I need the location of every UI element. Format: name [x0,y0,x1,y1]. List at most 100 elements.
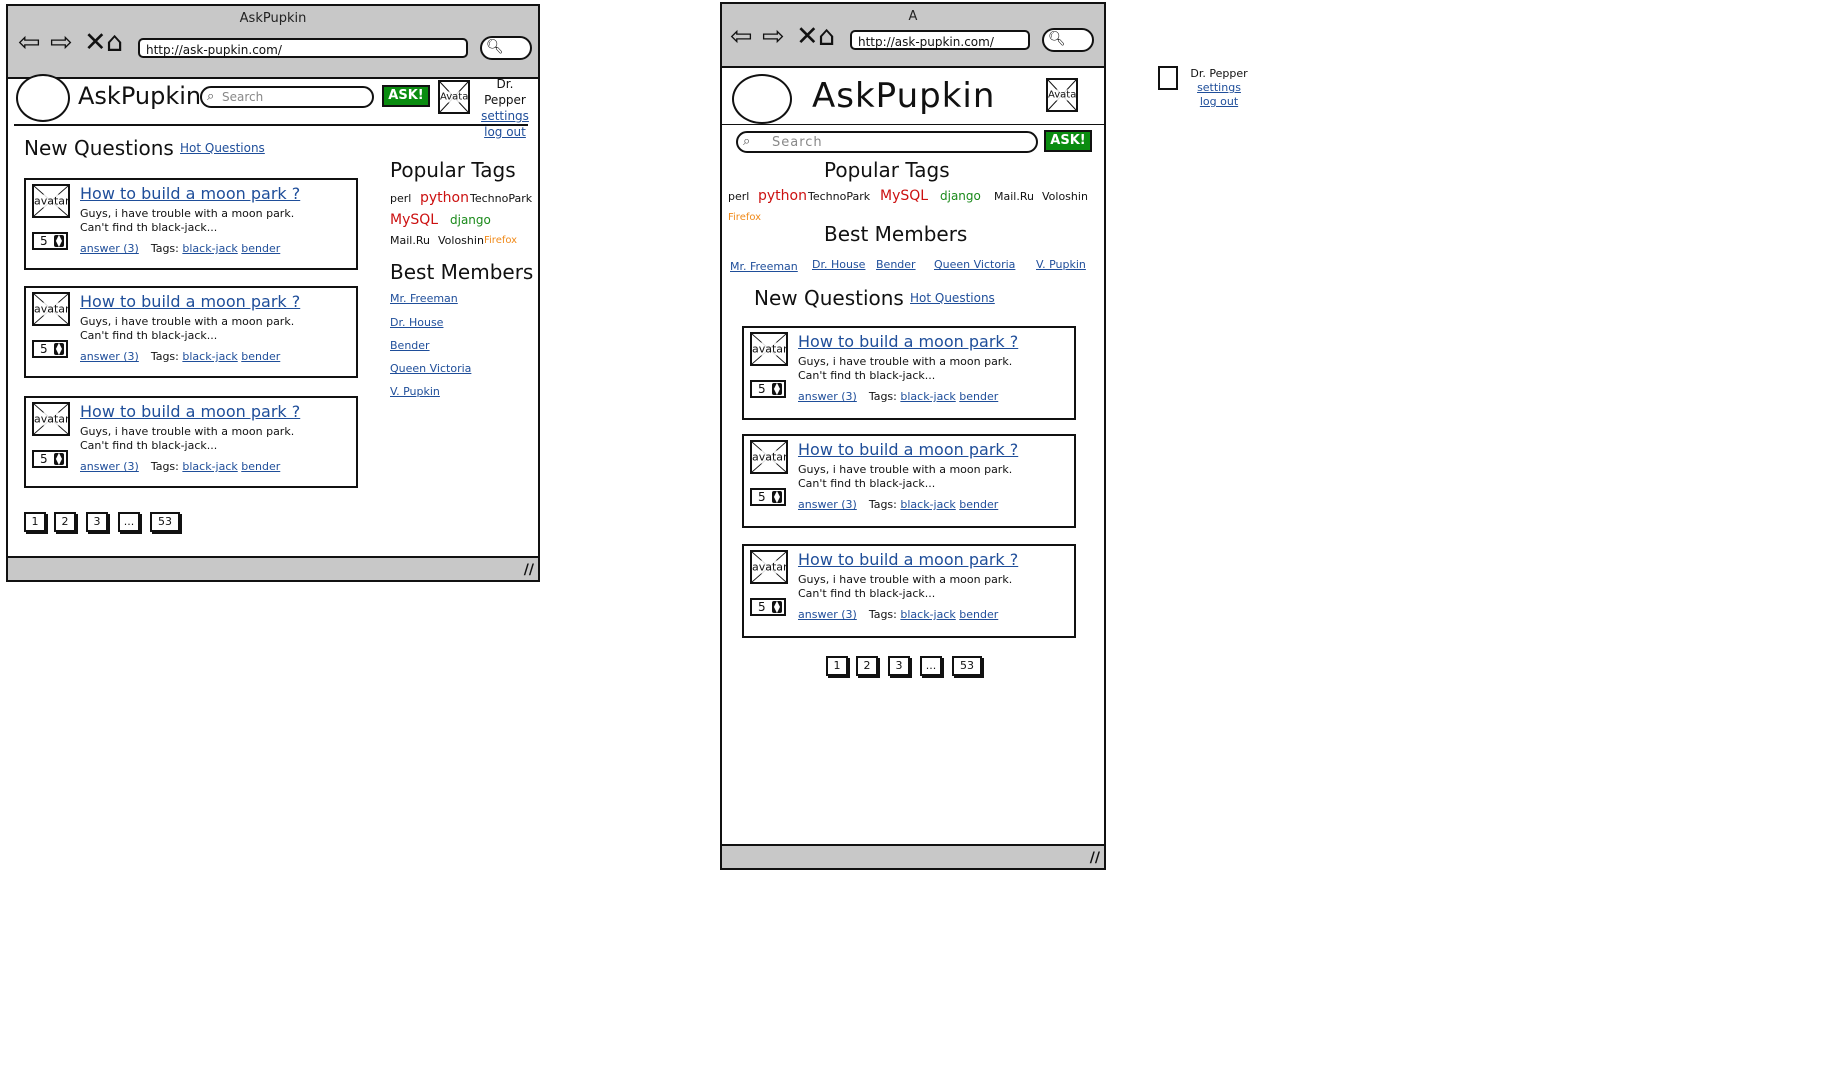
member-link[interactable]: Mr. Freeman [730,260,798,273]
vote-stepper[interactable]: 5 ▲ ▼ [32,340,68,358]
back-arrow-icon[interactable]: ⇦ [18,28,41,58]
page-button-1[interactable]: 1 [826,656,848,676]
home-icon[interactable]: ⌂ [818,22,835,52]
tag-link[interactable]: bender [241,350,280,363]
logout-link[interactable]: log out [476,124,534,140]
vote-stepper[interactable]: 5 ▲ ▼ [750,380,786,398]
tag-link[interactable]: bender [241,242,280,255]
logo-circle[interactable] [732,74,792,124]
member-link[interactable]: Mr. Freeman [390,292,458,305]
search-input[interactable]: ⌕ Search [736,131,1038,153]
ask-button[interactable]: ASK! [1044,130,1092,152]
tag-django[interactable]: django [450,213,491,227]
page-button-ellipsis[interactable]: ... [920,656,942,676]
question-title-link[interactable]: How to build a moon park ? [798,332,1018,351]
tag-link[interactable]: bender [959,498,998,511]
answers-link[interactable]: answer (3) [80,242,139,255]
tag-link[interactable]: black-jack [182,460,237,473]
answers-link[interactable]: answer (3) [80,460,139,473]
question-avatar[interactable]: avatar [750,440,788,474]
page-button-53[interactable]: 53 [150,512,180,532]
user-avatar[interactable]: Avatar [438,80,470,114]
resize-grip-icon[interactable]: // [524,562,534,578]
up-down-arrows-icon[interactable]: ▲ ▼ [54,342,64,356]
up-down-arrows-icon[interactable]: ▲ ▼ [772,490,782,504]
search-input[interactable]: ⌕ Search [200,86,374,108]
question-title-link[interactable]: How to build a moon park ? [80,184,300,203]
tag-link[interactable]: bender [959,608,998,621]
answers-link[interactable]: answer (3) [798,390,857,403]
tag-link[interactable]: black-jack [182,350,237,363]
hot-questions-link[interactable]: Hot Questions [910,291,995,305]
browser-search-button[interactable]: 🔍︎ [480,36,532,60]
tag-python[interactable]: python [758,188,807,204]
tag-link[interactable]: black-jack [900,498,955,511]
tag-technopark[interactable]: TechnoPark [470,192,532,205]
page-button-2[interactable]: 2 [856,656,878,676]
ask-button[interactable]: ASK! [382,85,430,107]
resize-grip-icon[interactable]: // [1090,850,1100,866]
settings-link[interactable]: settings [1188,81,1250,95]
tag-perl[interactable]: perl [390,192,411,205]
browser-search-button[interactable]: 🔍︎ [1042,28,1094,52]
logo-circle[interactable] [16,74,70,122]
question-avatar[interactable]: avatar [750,550,788,584]
page-button-2[interactable]: 2 [54,512,76,532]
tag-mysql[interactable]: MySQL [390,212,438,228]
forward-arrow-icon[interactable]: ⇨ [50,28,73,58]
back-arrow-icon[interactable]: ⇦ [730,22,753,52]
member-link[interactable]: Bender [876,258,916,271]
tag-link[interactable]: black-jack [182,242,237,255]
question-avatar[interactable]: avatar [32,184,70,218]
answers-link[interactable]: answer (3) [798,608,857,621]
user-avatar-placeholder[interactable] [1158,66,1178,90]
tag-link[interactable]: black-jack [900,608,955,621]
tag-mysql[interactable]: MySQL [880,188,928,204]
tag-link[interactable]: bender [241,460,280,473]
close-icon[interactable]: ✕ [796,22,819,52]
user-avatar[interactable]: Avatar [1046,78,1078,112]
tag-python[interactable]: python [420,190,469,206]
vote-stepper[interactable]: 5 ▲ ▼ [32,450,68,468]
vote-stepper[interactable]: 5 ▲ ▼ [750,488,786,506]
address-bar[interactable]: http://ask-pupkin.com/ [138,38,468,58]
member-link[interactable]: V. Pupkin [390,385,440,398]
question-avatar[interactable]: avatar [32,402,70,436]
tag-technopark[interactable]: TechnoPark [808,190,870,203]
home-icon[interactable]: ⌂ [106,28,123,58]
question-avatar[interactable]: avatar [750,332,788,366]
tag-link[interactable]: bender [959,390,998,403]
vote-stepper[interactable]: 5 ▲ ▼ [750,598,786,616]
tag-firefox[interactable]: Firefox [728,212,761,223]
tag-perl[interactable]: perl [728,190,749,203]
question-title-link[interactable]: How to build a moon park ? [80,292,300,311]
logout-link[interactable]: log out [1188,95,1250,109]
question-title-link[interactable]: How to build a moon park ? [798,550,1018,569]
question-avatar[interactable]: avatar [32,292,70,326]
settings-link[interactable]: settings [476,108,534,124]
member-link[interactable]: Dr. House [812,258,865,271]
up-down-arrows-icon[interactable]: ▲ ▼ [54,234,64,248]
close-icon[interactable]: ✕ [84,28,107,58]
answers-link[interactable]: answer (3) [798,498,857,511]
page-button-3[interactable]: 3 [888,656,910,676]
page-button-1[interactable]: 1 [24,512,46,532]
tag-link[interactable]: black-jack [900,390,955,403]
page-button-ellipsis[interactable]: ... [118,512,140,532]
up-down-arrows-icon[interactable]: ▲ ▼ [772,600,782,614]
member-link[interactable]: Queen Victoria [390,362,471,375]
tag-django[interactable]: django [940,189,981,203]
up-down-arrows-icon[interactable]: ▲ ▼ [772,382,782,396]
answers-link[interactable]: answer (3) [80,350,139,363]
member-link[interactable]: Dr. House [390,316,443,329]
tag-voloshin[interactable]: Voloshin [1042,190,1088,203]
tag-voloshin[interactable]: Voloshin [438,234,484,247]
member-link[interactable]: Queen Victoria [934,258,1015,271]
address-bar[interactable]: http://ask-pupkin.com/ [850,30,1030,50]
page-button-53[interactable]: 53 [952,656,982,676]
forward-arrow-icon[interactable]: ⇨ [762,22,785,52]
member-link[interactable]: V. Pupkin [1036,258,1086,271]
tag-firefox[interactable]: Firefox [484,235,517,246]
tag-mailru[interactable]: Mail.Ru [994,190,1034,203]
up-down-arrows-icon[interactable]: ▲ ▼ [54,452,64,466]
